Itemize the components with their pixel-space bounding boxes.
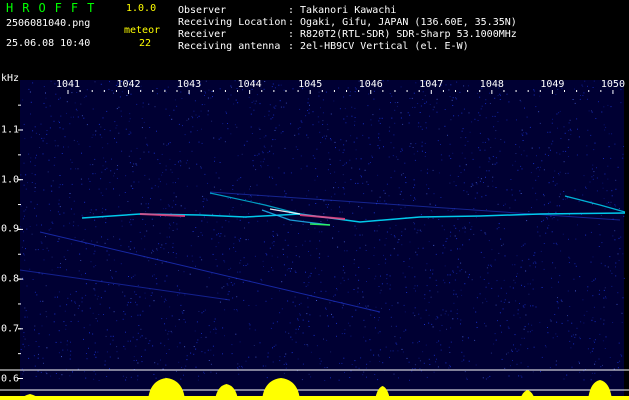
y-tick-label: 0.8 — [1, 273, 20, 285]
x-tick-label: 1041 — [55, 79, 81, 90]
x-tick-label: 1042 — [116, 79, 141, 90]
plot-background — [20, 80, 624, 400]
x-tick-label: 1050 — [600, 79, 625, 90]
y-tick-label: 0.9 — [1, 223, 20, 235]
x-tick-label: 1049 — [540, 79, 565, 90]
x-tick-label: 1047 — [419, 79, 444, 90]
y-axis-label: kHz — [1, 73, 20, 84]
spectrogram-plot — [0, 80, 629, 400]
spectrum-floor — [0, 396, 629, 400]
x-tick-label: 1043 — [177, 79, 202, 90]
x-tick-label: 1048 — [479, 79, 504, 90]
y-tick-label: 0.6 — [1, 373, 20, 384]
y-tick-label: 0.7 — [1, 323, 20, 335]
x-tick-label: 1045 — [298, 79, 323, 90]
meteor-echo — [309, 223, 331, 226]
y-tick-label: 1.0 — [1, 174, 20, 186]
x-tick-label: 1046 — [358, 79, 383, 90]
y-tick-label: 1.1 — [1, 124, 20, 136]
x-tick-label: 1044 — [237, 79, 262, 90]
